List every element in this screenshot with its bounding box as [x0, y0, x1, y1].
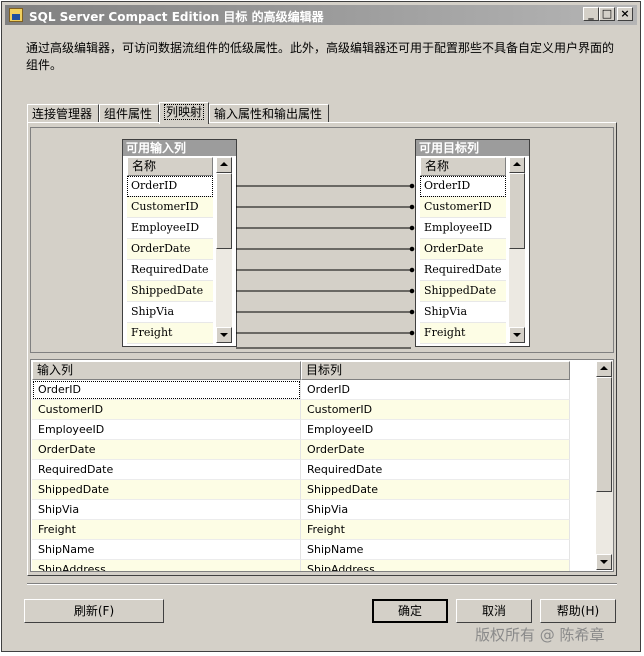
- mapping-canvas: 可用输入列 名称 OrderID CustomerID EmployeeID O…: [30, 127, 614, 353]
- ok-button[interactable]: 确定: [372, 599, 448, 623]
- close-button[interactable]: ×: [617, 7, 633, 21]
- grid-cell-destination-column[interactable]: ShipAddress: [301, 560, 570, 571]
- grid-cell-destination-column[interactable]: ShipVia: [301, 500, 570, 520]
- grid-cell-input-column[interactable]: Freight: [32, 520, 301, 540]
- minimize-button[interactable]: _: [583, 7, 599, 21]
- grid-cell-input-column[interactable]: EmployeeID: [32, 420, 301, 440]
- title-bar[interactable]: SQL Server Compact Edition 目标 的高级编辑器 _ □…: [5, 5, 637, 25]
- mapping-line-endpoint: [409, 330, 415, 336]
- grid-cell-destination-column[interactable]: ShippedDate: [301, 480, 570, 500]
- app-icon: [9, 8, 23, 22]
- grid-cell-input-column[interactable]: RequiredDate: [32, 460, 301, 480]
- grid-header-input-column[interactable]: 输入列: [32, 361, 301, 380]
- grid-cell-input-column[interactable]: ShippedDate: [32, 480, 301, 500]
- grid-cell-input-column[interactable]: OrderDate: [32, 440, 301, 460]
- mapping-line-endpoint: [409, 183, 415, 189]
- mapping-line-endpoint: [409, 246, 415, 252]
- grid-cell-destination-column[interactable]: RequiredDate: [301, 460, 570, 480]
- mapping-line-endpoint: [409, 267, 415, 273]
- scroll-thumb[interactable]: [596, 377, 612, 492]
- advanced-editor-window: SQL Server Compact Edition 目标 的高级编辑器 _ □…: [1, 1, 641, 652]
- tab-input-output-properties[interactable]: 输入属性和输出属性: [209, 104, 329, 123]
- grid-cell-destination-column[interactable]: OrderID: [301, 380, 570, 400]
- tab-component-properties[interactable]: 组件属性: [99, 104, 159, 123]
- grid-scrollbar[interactable]: [596, 361, 613, 570]
- refresh-button[interactable]: 刷新(F): [24, 599, 164, 623]
- scroll-up-button[interactable]: [596, 361, 612, 377]
- window-title: SQL Server Compact Edition 目标 的高级编辑器: [29, 10, 324, 24]
- arrow-down-icon: [600, 560, 608, 564]
- mapping-line-endpoint: [409, 309, 415, 315]
- description-text: 通过高级编辑器，可访问数据流组件的低级属性。此外，高级编辑器还可用于配置那些不具…: [26, 41, 615, 72]
- grid-cell-destination-column[interactable]: EmployeeID: [301, 420, 570, 440]
- mapping-line-endpoint: [409, 204, 415, 210]
- tab-column-mappings[interactable]: 列映射: [159, 102, 209, 124]
- grid-cell-input-column[interactable]: OrderID: [32, 380, 301, 400]
- grid-cell-input-column[interactable]: ShipVia: [32, 500, 301, 520]
- scroll-down-button[interactable]: [596, 554, 612, 570]
- grid-header-destination-column[interactable]: 目标列: [301, 361, 570, 380]
- grid-cell-destination-column[interactable]: ShipName: [301, 540, 570, 560]
- help-button[interactable]: 帮助(H): [540, 599, 616, 623]
- separator: [27, 583, 617, 585]
- tab-connection-managers[interactable]: 连接管理器: [27, 104, 99, 123]
- grid-cell-destination-column[interactable]: CustomerID: [301, 400, 570, 420]
- cancel-button[interactable]: 取消: [456, 599, 532, 623]
- mapping-lines: [236, 183, 415, 349]
- grid-cell-input-column[interactable]: ShipAddress: [32, 560, 301, 571]
- grid-cell-destination-column[interactable]: Freight: [301, 520, 570, 540]
- grid-cell-destination-column[interactable]: OrderDate: [301, 440, 570, 460]
- mapping-line-endpoint: [409, 225, 415, 231]
- tab-column-mappings-label: 列映射: [164, 104, 205, 120]
- watermark-text: 版权所有 @ 陈希章: [475, 626, 605, 644]
- maximize-button[interactable]: □: [599, 7, 615, 21]
- mapping-grid: 输入列 目标列 OrderID OrderID CustomerID Customer…: [30, 359, 614, 572]
- arrow-up-icon: [600, 366, 608, 370]
- grid-cell-input-column[interactable]: ShipName: [32, 540, 301, 560]
- mapping-line-endpoint: [409, 288, 415, 294]
- grid-cell-input-column[interactable]: CustomerID: [32, 400, 301, 420]
